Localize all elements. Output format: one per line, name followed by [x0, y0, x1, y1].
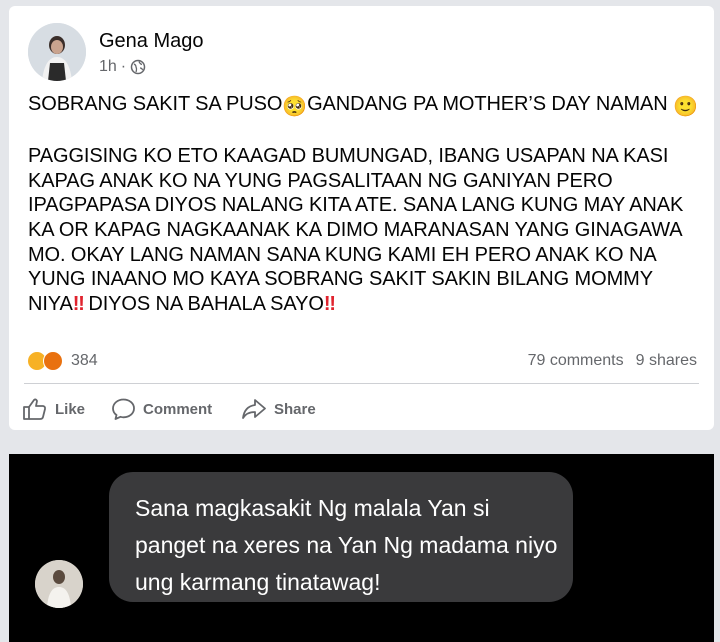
share-button[interactable]: Share: [241, 392, 316, 426]
comments-count[interactable]: 79 comments: [528, 352, 624, 370]
post-headline: SOBRANG SAKIT SA PUSO🥺GANDANG PA MOTHER’…: [28, 92, 698, 120]
like-label: Like: [55, 400, 86, 418]
post-text: SOBRANG SAKIT SA PUSO🥺GANDANG PA MOTHER’…: [28, 92, 698, 316]
headline-part2: GANDANG PA MOTHER’S DAY NAMAN: [307, 93, 668, 115]
double-exclamation-icon: ‼: [72, 292, 85, 315]
comment-bubble[interactable]: Sana magkasakit Ng malala Yan si panget …: [109, 472, 573, 602]
pleading-face-emoji: 🥺: [282, 96, 308, 118]
action-divider: [24, 383, 699, 384]
avatar-image: [28, 23, 86, 81]
thumbs-up-icon: [23, 398, 46, 420]
engagement-counts: 79 comments 9 shares: [528, 352, 697, 370]
comment-button[interactable]: Comment: [111, 392, 212, 426]
double-exclamation-icon: ‼: [323, 292, 336, 315]
reaction-count: 384: [71, 352, 98, 369]
post-body: PAGGISING KO ETO KAAGAD BUMUNGAD, IBANG …: [28, 144, 698, 316]
post-time[interactable]: 1h: [99, 58, 117, 76]
author-avatar[interactable]: [28, 23, 86, 81]
share-label: Share: [274, 400, 316, 418]
comment-icon: [112, 398, 135, 420]
meta-separator: ·: [120, 58, 127, 75]
commenter-avatar[interactable]: [35, 560, 83, 608]
shares-count[interactable]: 9 shares: [636, 352, 697, 370]
comment-text: Sana magkasakit Ng malala Yan si panget …: [135, 495, 558, 595]
headline-part1: SOBRANG SAKIT SA PUSO: [28, 93, 283, 115]
reaction-summary[interactable]: 384: [27, 349, 98, 373]
author-name[interactable]: Gena Mago: [99, 30, 204, 53]
post-body-text: PAGGISING KO ETO KAAGAD BUMUNGAD, IBANG …: [28, 145, 684, 315]
angry-reaction-icon: [43, 351, 63, 371]
comment-label: Comment: [143, 400, 213, 418]
post-body-tail: DIYOS NA BAHALA SAYO: [82, 292, 324, 315]
comment-screenshot: Sana magkasakit Ng malala Yan si panget …: [9, 454, 714, 642]
reaction-icons: [27, 351, 63, 371]
post-actions: Like Comment Share: [9, 392, 714, 426]
like-button[interactable]: Like: [22, 392, 85, 426]
commenter-avatar-image: [35, 560, 83, 608]
globe-icon[interactable]: [130, 59, 146, 75]
smiling-face-emoji: 🙂: [673, 96, 698, 118]
post-meta: 1h ·: [99, 58, 146, 76]
post-card: Gena Mago 1h · SOBRANG SAKIT SA PUSO🥺GAN…: [9, 6, 714, 430]
share-icon: [242, 399, 266, 419]
